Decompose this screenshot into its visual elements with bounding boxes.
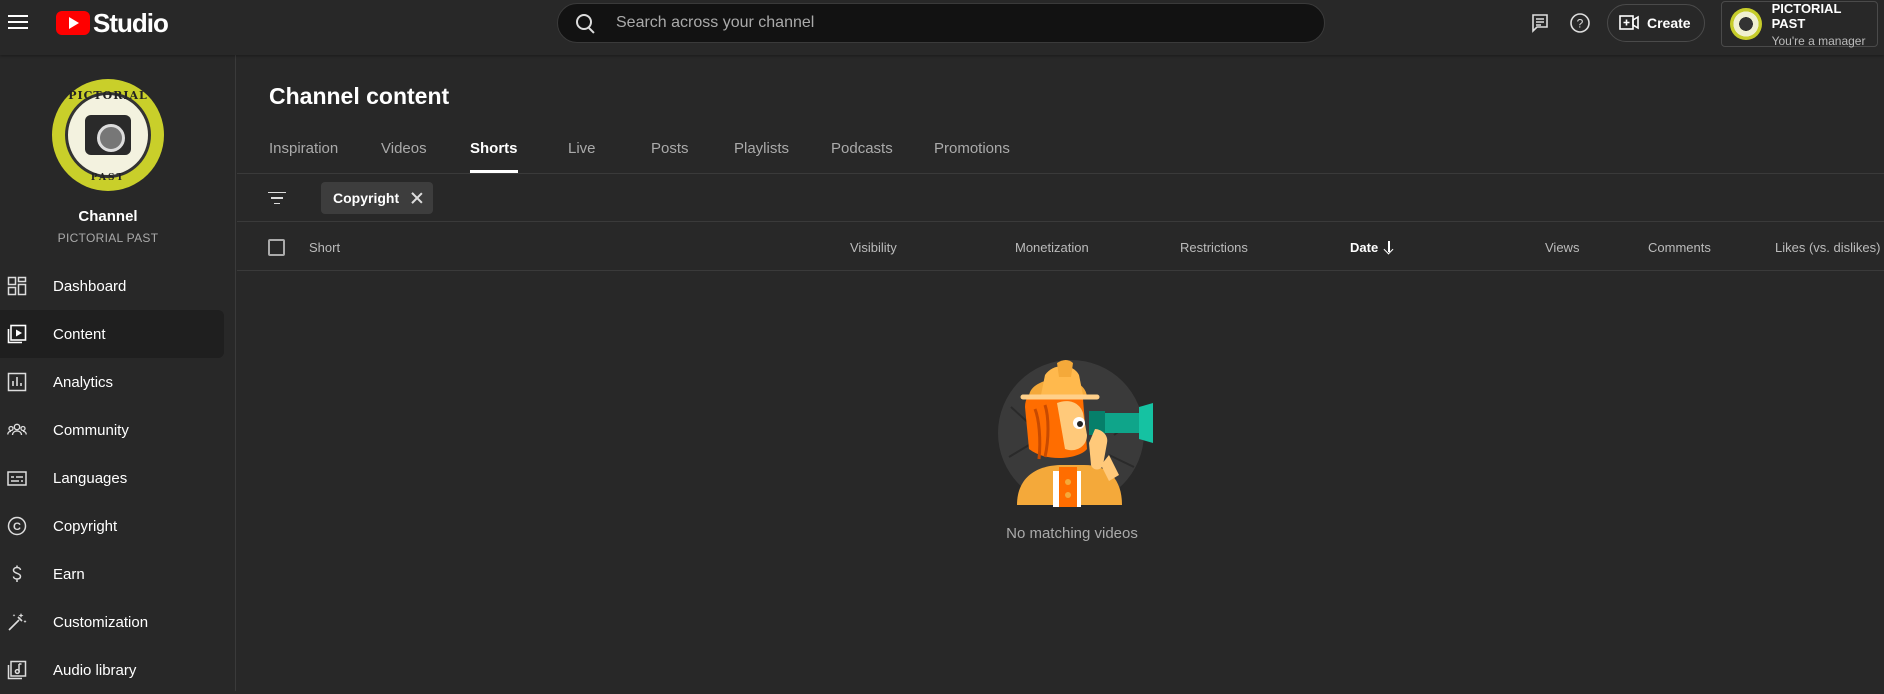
account-avatar [1730, 8, 1762, 40]
tab-promotions[interactable]: Promotions [934, 140, 1034, 173]
community-icon [7, 420, 27, 440]
audio-library-icon [7, 660, 27, 680]
copyright-icon: C [7, 516, 27, 536]
channel-avatar[interactable]: PICTORIAL PAST [52, 79, 164, 191]
filter-chip-copyright[interactable]: Copyright [321, 182, 434, 214]
sort-arrow-down-icon [1384, 241, 1394, 253]
column-visibility[interactable]: Visibility [850, 240, 897, 255]
create-button[interactable]: Create [1607, 4, 1705, 42]
column-likes[interactable]: Likes (vs. dislikes) [1775, 240, 1880, 255]
tab-posts[interactable]: Posts [651, 140, 734, 173]
sidebar-item-content[interactable]: Content [0, 310, 224, 358]
sidebar-nav: Dashboard Content Analytics Community La… [0, 262, 236, 694]
earn-icon [7, 564, 27, 584]
search-input[interactable]: Search across your channel [616, 14, 814, 32]
sidebar-item-label: Community [53, 421, 129, 439]
close-icon[interactable] [411, 192, 423, 204]
content-icon [7, 324, 27, 344]
filter-icon[interactable] [267, 188, 287, 208]
menu-icon[interactable] [7, 10, 31, 34]
channel-title: Channel [78, 208, 138, 225]
sidebar-item-label: Customization [53, 613, 149, 631]
channel-name: PICTORIAL PAST [57, 231, 159, 245]
column-restrictions[interactable]: Restrictions [1180, 240, 1248, 255]
content-tabs: Inspiration Videos Shorts Live Posts Pla… [269, 140, 1034, 173]
tab-shorts[interactable]: Shorts [470, 140, 518, 173]
main-content: Channel content Inspiration Videos Short… [237, 55, 1884, 691]
svg-text:C: C [13, 521, 21, 533]
youtube-logo-icon [56, 11, 90, 35]
logo-text: Studio [93, 7, 169, 38]
sidebar-item-label: Analytics [53, 373, 114, 391]
camera-icon [85, 115, 131, 155]
sidebar-item-copyright[interactable]: C Copyright [0, 502, 224, 550]
sidebar-item-label: Copyright [53, 517, 118, 535]
account-name: PICTORIAL PAST [1771, 0, 1842, 31]
feedback-icon[interactable] [1528, 11, 1552, 35]
sidebar-item-label: Dashboard [53, 277, 127, 295]
tab-podcasts[interactable]: Podcasts [831, 140, 934, 173]
avatar-top-text: PICTORIAL [68, 89, 148, 102]
column-views[interactable]: Views [1545, 240, 1579, 255]
studio-logo[interactable]: Studio [56, 7, 169, 38]
empty-state-message: No matching videos [1006, 525, 1138, 542]
sidebar-item-dashboard[interactable]: Dashboard [0, 262, 224, 310]
empty-state-illustration [998, 360, 1153, 507]
account-switcher[interactable]: PICTORIAL PAST You're a manager [1721, 0, 1878, 48]
tab-inspiration[interactable]: Inspiration [269, 140, 381, 173]
sidebar-item-audio-library[interactable]: Audio library [0, 646, 224, 694]
sidebar-item-earn[interactable]: Earn [0, 550, 224, 598]
column-comments[interactable]: Comments [1648, 240, 1711, 255]
column-short: Short [309, 240, 341, 255]
top-bar: Studio Search across your channel ? Crea… [0, 0, 1884, 55]
tab-playlists[interactable]: Playlists [734, 140, 831, 173]
create-label: Create [1647, 15, 1691, 31]
filter-chip-label: Copyright [333, 190, 400, 206]
create-video-icon [1619, 15, 1639, 30]
column-date-label: Date [1350, 240, 1379, 255]
analytics-icon [7, 372, 27, 392]
svg-text:?: ? [1577, 17, 1584, 31]
page-title: Channel content [269, 83, 450, 109]
sidebar-item-analytics[interactable]: Analytics [0, 358, 224, 406]
sidebar-item-community[interactable]: Community [0, 406, 224, 454]
sidebar-item-languages[interactable]: Languages [0, 454, 224, 502]
sidebar-item-label: Content [53, 325, 106, 343]
account-role: You're a manager [1771, 33, 1866, 48]
column-date[interactable]: Date [1350, 240, 1394, 255]
sidebar-item-customization[interactable]: Customization [0, 598, 224, 646]
table-header: Short Visibility Monetization Restrictio… [237, 223, 1884, 271]
sidebar-item-label: Earn [53, 565, 85, 583]
sidebar-item-label: Audio library [53, 661, 137, 679]
search-bar[interactable]: Search across your channel [557, 3, 1325, 43]
select-all-checkbox[interactable] [268, 239, 285, 256]
filter-bar: Copyright [237, 174, 1884, 222]
help-icon[interactable]: ? [1568, 11, 1592, 35]
search-icon[interactable] [574, 12, 596, 34]
customization-icon [7, 612, 27, 632]
column-monetization[interactable]: Monetization [1015, 240, 1089, 255]
tab-live[interactable]: Live [568, 140, 651, 173]
sidebar-item-label: Languages [53, 469, 128, 487]
tab-videos[interactable]: Videos [381, 140, 470, 173]
sidebar: PICTORIAL PAST Channel PICTORIAL PAST Da… [0, 55, 236, 691]
avatar-bottom-text: PAST [90, 173, 126, 183]
languages-icon [7, 468, 27, 488]
dashboard-icon [7, 276, 27, 296]
